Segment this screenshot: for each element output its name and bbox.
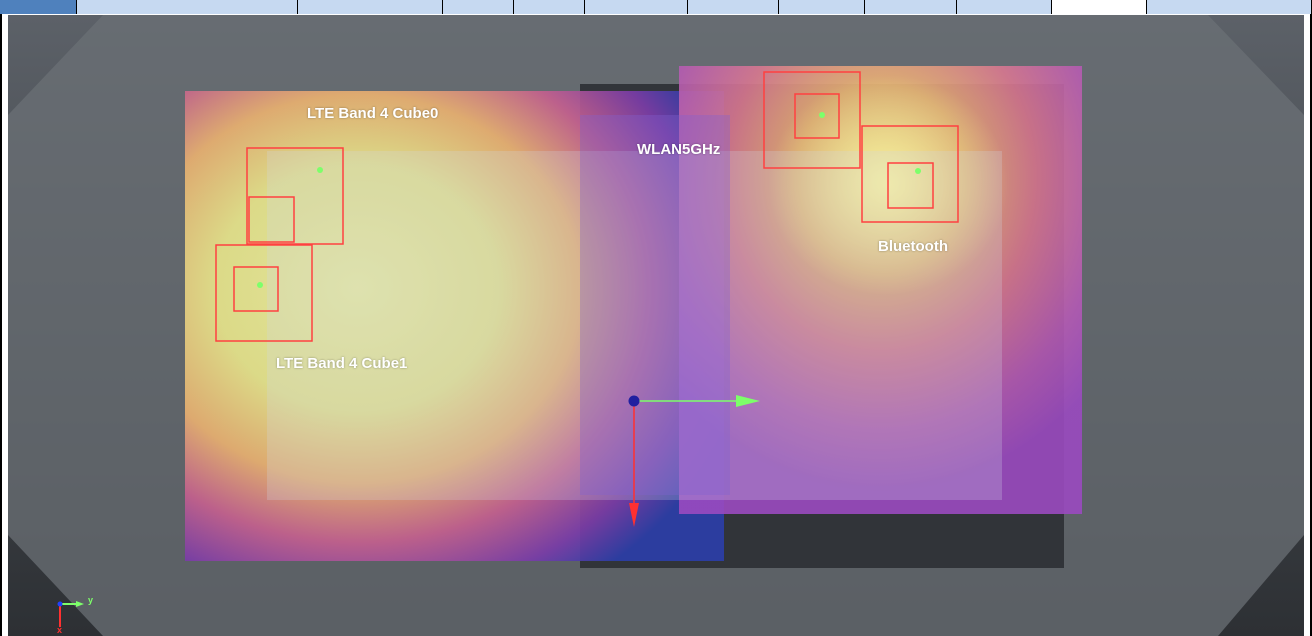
top-tab-strip: [0, 0, 1312, 15]
wlan-region: [580, 115, 730, 495]
tab-1[interactable]: [0, 0, 77, 14]
gizmo-origin: [628, 395, 640, 407]
triad-y-label: y: [88, 595, 94, 605]
label-wlan: WLAN5GHz: [637, 141, 721, 158]
label-bluetooth: Bluetooth: [878, 238, 948, 255]
tab-12[interactable]: [1147, 0, 1312, 14]
lte-cube1-marker: [257, 282, 263, 288]
tab-9[interactable]: [865, 0, 957, 14]
triad-x-label: x: [57, 625, 63, 635]
scene-canvas: [8, 15, 1304, 636]
wlan-marker: [819, 112, 825, 118]
triad-origin: [57, 601, 63, 607]
bluetooth-marker: [915, 168, 921, 174]
3d-viewport[interactable]: LTE Band 4 Cube0 WLAN5GHz Bluetooth LTE …: [8, 15, 1304, 636]
tab-5[interactable]: [514, 0, 585, 14]
tab-11[interactable]: [1052, 0, 1147, 14]
tab-2[interactable]: [77, 0, 298, 14]
label-lte-cube1: LTE Band 4 Cube1: [276, 355, 408, 372]
label-lte-cube0: LTE Band 4 Cube0: [307, 105, 439, 122]
tab-10[interactable]: [957, 0, 1052, 14]
tab-8[interactable]: [779, 0, 865, 14]
tab-6[interactable]: [585, 0, 688, 14]
tab-7[interactable]: [688, 0, 779, 14]
tab-4[interactable]: [443, 0, 514, 14]
lte-cube0-marker: [317, 167, 323, 173]
tab-3[interactable]: [298, 0, 443, 14]
